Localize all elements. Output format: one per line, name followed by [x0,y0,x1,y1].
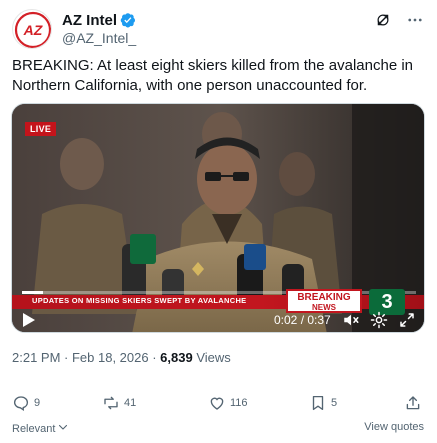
tweet-meta: 2:21 PM · Feb 18, 2026 · 6,839 Views [12,350,231,365]
repost-icon [102,394,120,412]
like-count: 116 [230,397,248,409]
reply-icon [12,394,30,412]
sort-dropdown[interactable]: Relevant [12,421,69,436]
chevron-down-icon [57,421,69,436]
verified-badge-icon [120,12,136,28]
share-icon [404,394,422,412]
like-button[interactable]: 116 [208,394,248,412]
tweet-text: BREAKING: At least eight skiers killed f… [12,57,414,94]
repost-button[interactable]: 41 [102,394,136,412]
expand-icon[interactable] [398,311,416,329]
tweet-actions: 9 41 116 5 [12,394,426,414]
grok-icon[interactable] [374,11,392,29]
svg-text:AZ: AZ [23,22,43,38]
more-icon[interactable] [406,11,424,29]
bookmark-count: 5 [331,397,338,409]
handle[interactable]: @AZ_Intel_ [62,30,136,46]
avatar[interactable]: AZ [12,9,52,49]
time-display: 0:02 / 0:37 [274,313,331,327]
gear-icon[interactable] [370,311,388,329]
display-name[interactable]: AZ Intel [62,12,117,29]
play-icon[interactable] [22,312,36,328]
mute-icon[interactable] [342,311,360,329]
progress-fill [22,291,43,294]
sort-label: Relevant [12,422,56,435]
views-count: 6,839 [160,350,193,365]
tweet-header: AZ AZ Intel @AZ_Intel_ [12,9,426,49]
tweet-date[interactable]: Feb 18, 2026 [72,350,149,365]
tweet-time[interactable]: 2:21 PM [12,350,60,365]
share-button[interactable] [404,394,422,412]
views-label: Views [192,350,231,365]
view-quotes-link[interactable]: View quotes [364,421,424,433]
reply-count: 9 [34,397,41,409]
bookmark-icon [309,394,327,412]
bookmark-button[interactable]: 5 [309,394,337,412]
video-controls: 0:02 / 0:37 [12,304,424,332]
account-names: AZ Intel @AZ_Intel_ [62,11,136,47]
video-player[interactable]: LIVE UPDATES ON MISSING SKIERS SWEPT BY … [11,103,425,333]
header-actions [374,11,424,29]
heart-icon [208,394,226,412]
live-badge: LIVE [25,122,57,136]
breaking-line-1: BREAKING [297,292,351,303]
reply-button[interactable]: 9 [12,394,40,412]
repost-count: 41 [124,397,137,409]
